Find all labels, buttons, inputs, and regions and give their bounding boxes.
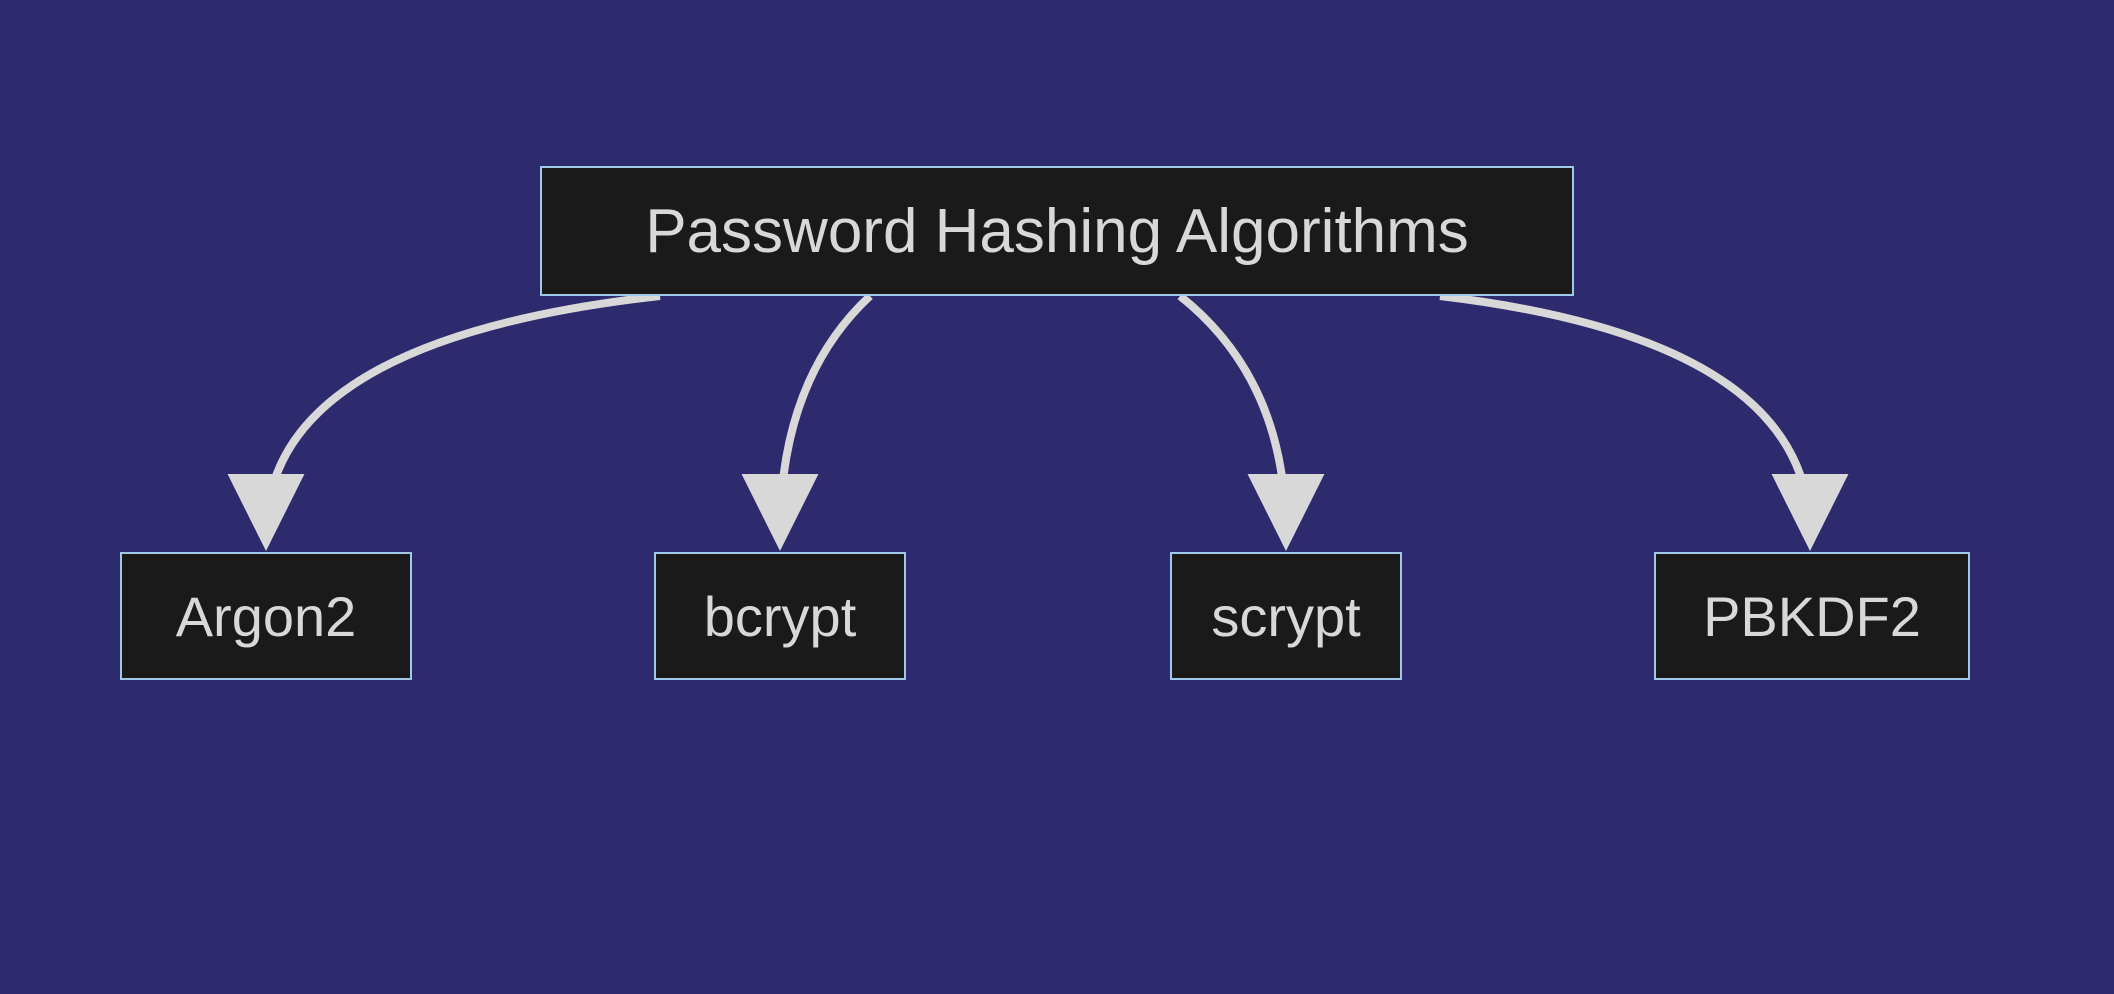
child-node-label: PBKDF2 <box>1703 584 1921 649</box>
child-node-label: Argon2 <box>176 584 357 649</box>
diagram-child-node-argon2: Argon2 <box>120 552 412 680</box>
diagram-arrows <box>0 0 2114 994</box>
diagram-child-node-pbkdf2: PBKDF2 <box>1654 552 1970 680</box>
diagram-root-node: Password Hashing Algorithms <box>540 166 1574 296</box>
child-node-label: scrypt <box>1211 584 1360 649</box>
root-node-label: Password Hashing Algorithms <box>645 196 1469 267</box>
diagram-child-node-scrypt: scrypt <box>1170 552 1402 680</box>
diagram-child-node-bcrypt: bcrypt <box>654 552 906 680</box>
child-node-label: bcrypt <box>704 584 857 649</box>
